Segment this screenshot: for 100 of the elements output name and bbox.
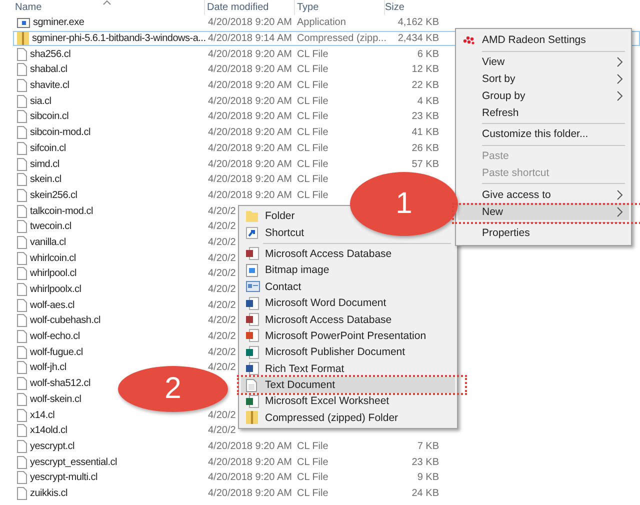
file-icon (17, 48, 27, 61)
date-modified: 4/20/2018 9:20 AM (208, 190, 292, 201)
menu-item[interactable]: Microsoft Access Database (241, 311, 396, 328)
file-name[interactable]: yescrypt-multi.cl (30, 472, 98, 484)
date-modified: 4/20/2018 9:20 AM (208, 142, 292, 154)
menu-item[interactable]: Microsoft Access Database (241, 246, 396, 262)
date-modified: 4/20/2 (208, 425, 236, 436)
file-name[interactable]: whirlcoin.cl (30, 252, 76, 264)
menu-item[interactable]: Shortcut (241, 224, 308, 241)
file-name[interactable]: twecoin.cl (30, 221, 72, 232)
file-icon (17, 283, 27, 296)
menu-item[interactable]: Microsoft Word Document (241, 294, 390, 312)
menu-item[interactable]: Rich Text Format (241, 360, 348, 377)
menu-item[interactable]: AMD Radeon Settings (458, 32, 629, 49)
file-name[interactable]: simd.cl (30, 158, 60, 170)
date-modified: 4/20/2 (208, 221, 236, 232)
file-icon (17, 188, 27, 202)
menu-item[interactable]: View (458, 54, 629, 71)
file-name[interactable]: yescrypt_essential.cl (30, 456, 118, 468)
menu-item[interactable]: Give access to (458, 186, 629, 204)
column-header[interactable]: Size (385, 2, 404, 13)
menu-item[interactable]: New (458, 203, 629, 220)
file-name[interactable]: skein.cl (30, 174, 62, 186)
date-modified: 4/20/2 (208, 206, 236, 217)
file-type: CL File (297, 456, 328, 468)
document-icon (246, 362, 259, 376)
file-name[interactable]: x14old.cl (30, 425, 68, 436)
file-icon (17, 63, 27, 76)
file-icon (17, 424, 27, 438)
file-size: 57 KB (412, 158, 439, 170)
file-size: 26 KB (412, 142, 439, 154)
date-modified: 4/20/2018 9:20 AM (208, 48, 292, 60)
file-name[interactable]: shabal.cl (30, 64, 68, 76)
file-icon (17, 330, 27, 344)
file-icon (17, 252, 27, 265)
menu-item[interactable]: Properties (458, 224, 629, 242)
date-modified: 4/20/2018 9:20 AM (208, 127, 292, 138)
file-icon (17, 142, 27, 155)
file-name[interactable]: wolf-echo.cl (30, 331, 80, 342)
date-modified: 4/20/2018 9:20 AM (208, 488, 292, 499)
menu-item[interactable]: Contact (241, 278, 306, 295)
file-icon (17, 110, 27, 124)
file-name[interactable]: yescrypt.cl (30, 440, 74, 452)
image-file-icon (246, 264, 258, 277)
file-icon (17, 392, 27, 406)
text-file-icon (246, 378, 257, 392)
file-name[interactable]: wolf-sha512.cl (30, 378, 90, 390)
menu-item[interactable]: Text Document (241, 376, 455, 394)
file-name[interactable]: sia.cl (30, 96, 52, 107)
file-name[interactable]: wolf-cubehash.cl (30, 315, 100, 326)
contact-card-icon (246, 281, 260, 292)
file-icon (17, 126, 27, 140)
file-name[interactable]: wolf-skein.cl (30, 394, 82, 405)
file-size: 2,434 KB (398, 33, 439, 44)
menu-item[interactable]: Sort by (458, 70, 629, 88)
column-header[interactable]: Date modified (207, 2, 269, 13)
file-name[interactable]: sgminer-phi-5.6.1-bitbandi-3-windows-a... (32, 33, 206, 44)
document-icon (246, 296, 259, 310)
date-modified: 4/20/2 (208, 252, 236, 264)
application-icon (17, 18, 30, 28)
file-name[interactable]: x14.cl (30, 410, 55, 421)
file-name[interactable]: sgminer.exe (33, 17, 84, 28)
menu-item[interactable]: Microsoft Publisher Document (241, 344, 410, 361)
file-name[interactable]: wolf-fugue.cl (30, 346, 83, 358)
column-header[interactable]: Type (297, 2, 319, 13)
menu-item[interactable]: Microsoft PowerPoint Presentation (241, 328, 430, 344)
file-type: CL File (297, 158, 328, 170)
menu-item[interactable]: Folder (241, 208, 299, 224)
file-icon (17, 267, 27, 280)
menu-item[interactable]: Bitmap image (241, 262, 334, 279)
file-name[interactable]: shavite.cl (30, 80, 70, 92)
menu-item[interactable]: Microsoft Excel Worksheet (241, 393, 394, 410)
file-size: 4 KB (417, 96, 439, 107)
file-name[interactable]: whirlpool.cl (30, 268, 76, 280)
menu-item[interactable]: Customize this folder... (458, 126, 629, 143)
date-modified: 4/20/2018 9:20 AM (208, 111, 292, 122)
zipped-folder-icon (246, 411, 258, 424)
file-name[interactable]: wolf-aes.cl (30, 300, 74, 311)
file-name[interactable]: sibcoin-mod.cl (30, 127, 90, 138)
file-name[interactable]: skein256.cl (30, 190, 78, 201)
file-name[interactable]: whirlpoolx.cl (30, 284, 82, 296)
file-type: CL File (297, 142, 328, 154)
file-name[interactable]: wolf-jh.cl (30, 362, 66, 374)
file-name[interactable]: sibcoin.cl (30, 111, 69, 122)
menu-item[interactable]: Compressed (zipped) Folder (241, 410, 402, 426)
file-size: 24 KB (412, 488, 439, 499)
menu-item[interactable]: Refresh (458, 104, 629, 121)
file-name[interactable]: sha256.cl (30, 48, 71, 60)
file-type: CL File (297, 472, 328, 484)
column-header[interactable]: Name (15, 2, 42, 13)
file-icon (17, 158, 27, 171)
date-modified: 4/20/2 (208, 300, 236, 311)
file-name[interactable]: sifcoin.cl (30, 142, 66, 154)
date-modified: 4/20/2 (208, 410, 236, 421)
menu-item[interactable]: Group by (458, 87, 629, 104)
file-name[interactable]: vanilla.cl (30, 236, 66, 248)
file-name[interactable]: zuikkis.cl (30, 488, 68, 499)
file-name[interactable]: talkcoin-mod.cl (30, 206, 93, 217)
document-icon (246, 329, 259, 342)
file-type: CL File (297, 190, 328, 201)
